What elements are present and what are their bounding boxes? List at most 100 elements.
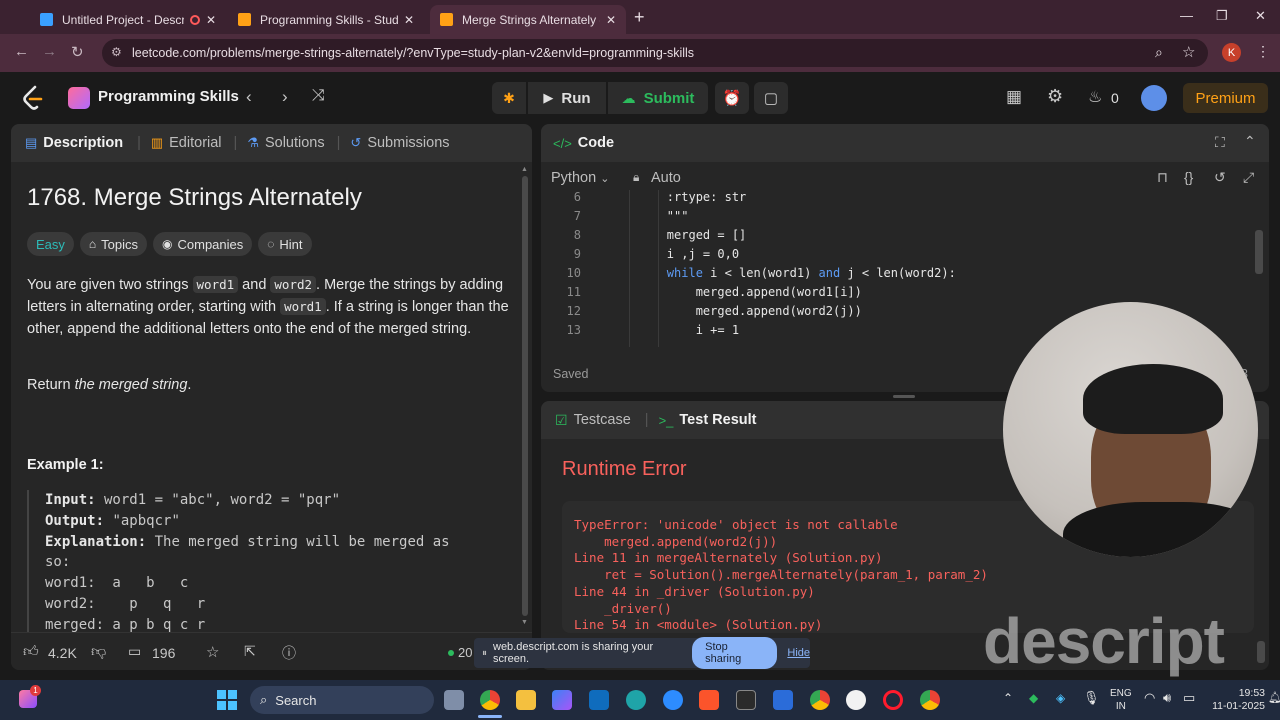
result-scrollbar-thumb[interactable] (1257, 641, 1265, 663)
user-avatar[interactable] (1141, 85, 1167, 111)
browser-tab-descript[interactable]: Untitled Project - Descript ✕ (30, 5, 226, 34)
zoom-icon[interactable]: ⌕ (1155, 44, 1163, 61)
close-icon[interactable]: ✕ (606, 13, 616, 27)
restore-icon[interactable]: ❐ (1216, 8, 1228, 24)
maximize-icon[interactable]: ⛶ (1215, 134, 1225, 151)
share-icon[interactable]: ⇱ (244, 643, 256, 660)
browser-tab-merge-strings[interactable]: Merge Strings Alternately - Lee ✕ (430, 5, 626, 34)
chrome-icon[interactable] (480, 690, 500, 710)
close-icon[interactable]: ✕ (404, 13, 414, 27)
shuffle-icon[interactable]: ⤨ (312, 87, 325, 105)
url-field[interactable]: ⚙ leetcode.com/problems/merge-strings-al… (102, 39, 1208, 67)
chrome-app-icon[interactable] (920, 690, 940, 710)
leetcode-logo-icon[interactable] (22, 85, 44, 111)
defender-icon[interactable]: ◈ (1056, 691, 1065, 705)
favorite-star-icon[interactable]: ☆ (206, 643, 219, 661)
bookmark-star-icon[interactable]: ☆ (1182, 43, 1195, 61)
stop-sharing-button[interactable]: Stop sharing (692, 637, 778, 669)
tab-editorial[interactable]: Editorial (169, 135, 221, 151)
tab-test-result[interactable]: Test Result (679, 412, 756, 428)
microphone-icon[interactable]: 🎙︎ (1083, 690, 1100, 706)
wordpad-icon[interactable] (846, 690, 866, 710)
tab-testcase[interactable]: Testcase (574, 412, 631, 428)
format-braces-icon[interactable]: {} (1184, 169, 1193, 185)
topics-label: Topics (101, 236, 139, 252)
run-button[interactable]: ▶ Run (528, 82, 606, 114)
volume-icon[interactable]: 🔊︎ (1163, 690, 1171, 706)
tray-expand-icon[interactable]: ⌃ (1003, 691, 1013, 705)
description-scrollbar[interactable]: ▲ ▼ (521, 164, 529, 629)
notification-bell-icon[interactable]: 🔔︎ (1268, 691, 1280, 704)
debug-button[interactable]: ✱ (492, 82, 526, 114)
window-close-icon[interactable]: ✕ (1255, 8, 1266, 24)
fullscreen-icon[interactable]: ⤢ (1243, 169, 1254, 186)
brave-icon[interactable] (699, 690, 719, 710)
submit-button[interactable]: ☁ Submit (608, 82, 708, 114)
tab-description[interactable]: Description (43, 135, 123, 151)
streak-flame-icon[interactable]: ♨ (1088, 87, 1102, 107)
study-plan-title[interactable]: Programming Skills (98, 88, 239, 105)
url-text: leetcode.com/problems/merge-strings-alte… (132, 46, 695, 60)
browser-tab-programming-skills[interactable]: Programming Skills - Study Plan ✕ (228, 5, 424, 34)
browser-menu-icon[interactable]: ⋮ (1256, 43, 1270, 60)
auto-label[interactable]: Auto (651, 170, 681, 186)
reload-icon[interactable]: ↻ (71, 43, 84, 61)
panel-resize-handle[interactable] (893, 395, 915, 398)
notes-button[interactable]: ▢ (754, 82, 788, 114)
edge-icon[interactable] (626, 690, 646, 710)
forward-icon[interactable]: → (42, 43, 57, 60)
return-statement: Return the merged string. (27, 377, 191, 393)
language-select[interactable]: Python ⌄ (551, 170, 609, 186)
outlook-icon[interactable] (589, 690, 609, 710)
file-explorer-icon[interactable] (516, 690, 536, 710)
back-icon[interactable]: ← (14, 43, 29, 60)
example-title: Example 1: (27, 457, 104, 473)
premium-button[interactable]: Premium (1183, 83, 1268, 113)
clock[interactable]: 19:53 11-01-2025 (1203, 687, 1265, 713)
minimize-icon[interactable]: — (1180, 8, 1193, 23)
tab-submissions[interactable]: Submissions (367, 135, 449, 151)
chrome-profile-icon[interactable] (810, 690, 830, 710)
language-indicator[interactable]: ENG IN (1110, 687, 1132, 713)
task-view-icon[interactable] (444, 690, 464, 710)
windows-start-icon[interactable] (217, 690, 237, 710)
wifi-icon[interactable]: ◠ (1144, 690, 1155, 706)
bookmark-icon[interactable]: ⊓ (1157, 169, 1168, 186)
layout-grid-icon[interactable]: ▦ (1006, 87, 1022, 107)
battery-icon[interactable]: ▭ (1183, 690, 1195, 706)
taskbar-search-box[interactable]: ⌕ Search (250, 686, 434, 714)
thumbs-up-icon[interactable]: 👍︎ (23, 643, 39, 661)
terminal-app-icon[interactable] (736, 690, 756, 710)
copilot-icon[interactable] (552, 690, 572, 710)
comment-icon[interactable]: ▭ (128, 643, 141, 660)
site-info-icon[interactable]: ⚙ (111, 45, 122, 59)
opera-icon[interactable] (883, 690, 903, 710)
new-tab-button[interactable]: + (634, 7, 645, 28)
settings-gear-icon[interactable]: ⚙ (1047, 86, 1063, 107)
scrollbar-thumb[interactable] (522, 176, 528, 616)
notepad-icon[interactable] (773, 690, 793, 710)
nvidia-icon[interactable]: ◆ (1029, 691, 1038, 705)
help-icon[interactable]: ⓘ (282, 643, 296, 663)
companies-label: Companies (177, 236, 244, 252)
next-problem-icon[interactable]: › (282, 87, 288, 107)
reset-icon[interactable]: ↺ (1214, 169, 1226, 186)
prev-problem-icon[interactable]: ‹ (246, 87, 252, 107)
checkbox-icon: ☑ (555, 411, 568, 428)
timer-button[interactable]: ⏰ (715, 82, 749, 114)
hide-link[interactable]: Hide (787, 647, 810, 659)
hint-chip[interactable]: ◌ Hint (258, 232, 312, 256)
close-icon[interactable]: ✕ (206, 13, 216, 27)
code-scrollbar-thumb[interactable] (1255, 230, 1263, 274)
thumbs-down-icon[interactable]: 👎︎ (91, 643, 106, 661)
profile-avatar[interactable]: K (1222, 43, 1241, 62)
input-value: word1 = "abc", word2 = "pqr" (95, 492, 341, 508)
topics-chip[interactable]: ⌂ Topics (79, 232, 148, 256)
statement-text: You are given two strings (27, 277, 193, 293)
alarm-icon: ⏰ (722, 90, 742, 107)
zoom-app-icon[interactable] (663, 690, 683, 710)
tab-solutions[interactable]: Solutions (265, 135, 325, 151)
problem-title[interactable]: 1768. Merge Strings Alternately (27, 184, 362, 212)
collapse-icon[interactable]: ⌃ (1244, 133, 1256, 150)
companies-chip[interactable]: ◉ Companies (153, 232, 253, 256)
